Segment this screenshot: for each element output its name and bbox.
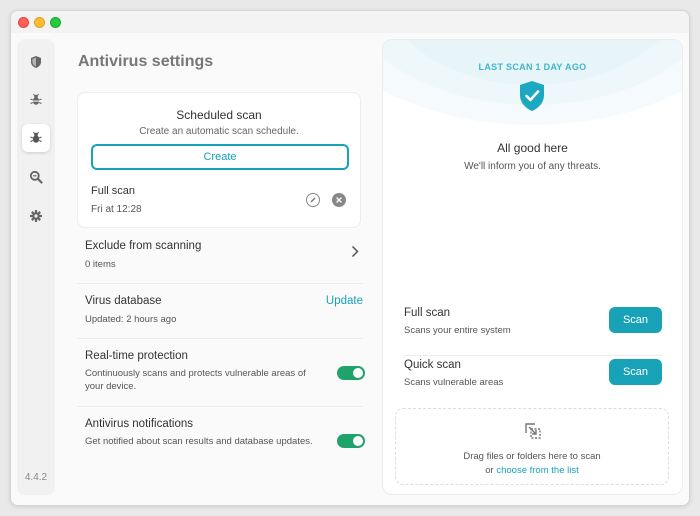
shield-check-icon [520, 81, 544, 111]
realtime-protection-toggle[interactable] [337, 366, 365, 380]
app-version: 4.4.2 [24, 472, 48, 483]
remove-schedule-button[interactable] [332, 193, 346, 207]
sidebar-item-antivirus[interactable] [22, 124, 50, 152]
zoom-window-button[interactable] [50, 17, 61, 28]
exclude-title: Exclude from scanning [85, 240, 202, 252]
scheduled-scan-title: Scheduled scan [176, 108, 262, 122]
update-database-link[interactable]: Update [326, 295, 363, 307]
quick-scan-row: Quick scan Scans vulnerable areas Scan [404, 358, 662, 398]
toggle-knob [353, 436, 363, 446]
scan-divider [404, 355, 662, 356]
drop-instructions: Drag files or folders here to scan [463, 451, 601, 462]
quick-scan-button[interactable]: Scan [609, 359, 662, 385]
scheduled-scan-subtitle: Create an automatic scan schedule. [139, 126, 299, 137]
full-scan-button[interactable]: Scan [609, 307, 662, 333]
full-scan-title: Full scan [404, 307, 451, 319]
drop-alternative: or choose from the list [396, 465, 668, 476]
close-icon [336, 197, 342, 203]
antivirus-notifications-toggle[interactable] [337, 434, 365, 448]
file-drop-zone[interactable]: Drag files or folders here to scan or ch… [395, 408, 669, 485]
sidebar-item-search[interactable] [22, 163, 50, 191]
drop-files-icon [525, 423, 541, 439]
drop-alternative-prefix: or [485, 465, 494, 476]
page-title: Antivirus settings [78, 53, 214, 70]
bug-scan-icon [30, 93, 42, 105]
pencil-icon [310, 197, 316, 203]
status-message: We'll inform you of any threats. [464, 161, 601, 172]
exclude-row[interactable]: Exclude from scanning 0 items [77, 229, 363, 284]
last-scan-label: LAST SCAN 1 DAY AGO [478, 62, 587, 72]
full-scan-subtitle: Scans your entire system [404, 325, 511, 336]
chevron-right-icon [351, 245, 359, 258]
status-headline: All good here [497, 141, 568, 155]
status-panel: LAST SCAN 1 DAY AGO All good here We'll … [382, 39, 683, 495]
quick-scan-subtitle: Scans vulnerable areas [404, 377, 504, 388]
content-area: 4.4.2 Antivirus settings Scheduled scan … [11, 33, 689, 505]
app-window: 4.4.2 Antivirus settings Scheduled scan … [10, 10, 690, 506]
edit-schedule-button[interactable] [306, 193, 320, 207]
sidebar: 4.4.2 [17, 39, 55, 495]
sidebar-item-settings[interactable] [22, 202, 50, 230]
antivirus-notifications-description: Get notified about scan results and data… [85, 436, 313, 447]
choose-from-list-link[interactable]: choose from the list [496, 465, 578, 476]
toggle-knob [353, 368, 363, 378]
antivirus-notifications-row: Antivirus notifications Get notified abo… [77, 407, 365, 475]
full-scan-row: Full scan Scans your entire system Scan [404, 306, 662, 346]
bug-icon [30, 131, 42, 143]
exclude-subtitle: 0 items [85, 259, 116, 270]
minimize-window-button[interactable] [34, 17, 45, 28]
close-window-button[interactable] [18, 17, 29, 28]
realtime-protection-description: Continuously scans and protects vulnerab… [85, 368, 306, 392]
scheduled-entry-time: Fri at 12:28 [91, 204, 142, 215]
sidebar-item-protection[interactable] [22, 48, 50, 76]
shield-icon [31, 56, 41, 68]
sidebar-item-virus-scan[interactable] [22, 86, 50, 114]
virus-database-title: Virus database [85, 295, 162, 307]
create-schedule-button[interactable]: Create [91, 144, 349, 170]
virus-database-status: Updated: 2 hours ago [85, 314, 177, 325]
realtime-protection-title: Real-time protection [85, 350, 188, 362]
realtime-protection-row: Real-time protection Continuously scans … [77, 339, 365, 407]
magnifier-icon [29, 170, 43, 184]
antivirus-notifications-title: Antivirus notifications [85, 418, 194, 430]
scheduled-entry-title: Full scan [91, 185, 136, 197]
quick-scan-title: Quick scan [404, 359, 461, 371]
gear-icon [30, 210, 42, 222]
title-bar [11, 11, 689, 33]
scheduled-scan-card: Scheduled scan Create an automatic scan … [77, 92, 361, 228]
virus-database-row: Virus database Updated: 2 hours ago Upda… [77, 284, 363, 339]
